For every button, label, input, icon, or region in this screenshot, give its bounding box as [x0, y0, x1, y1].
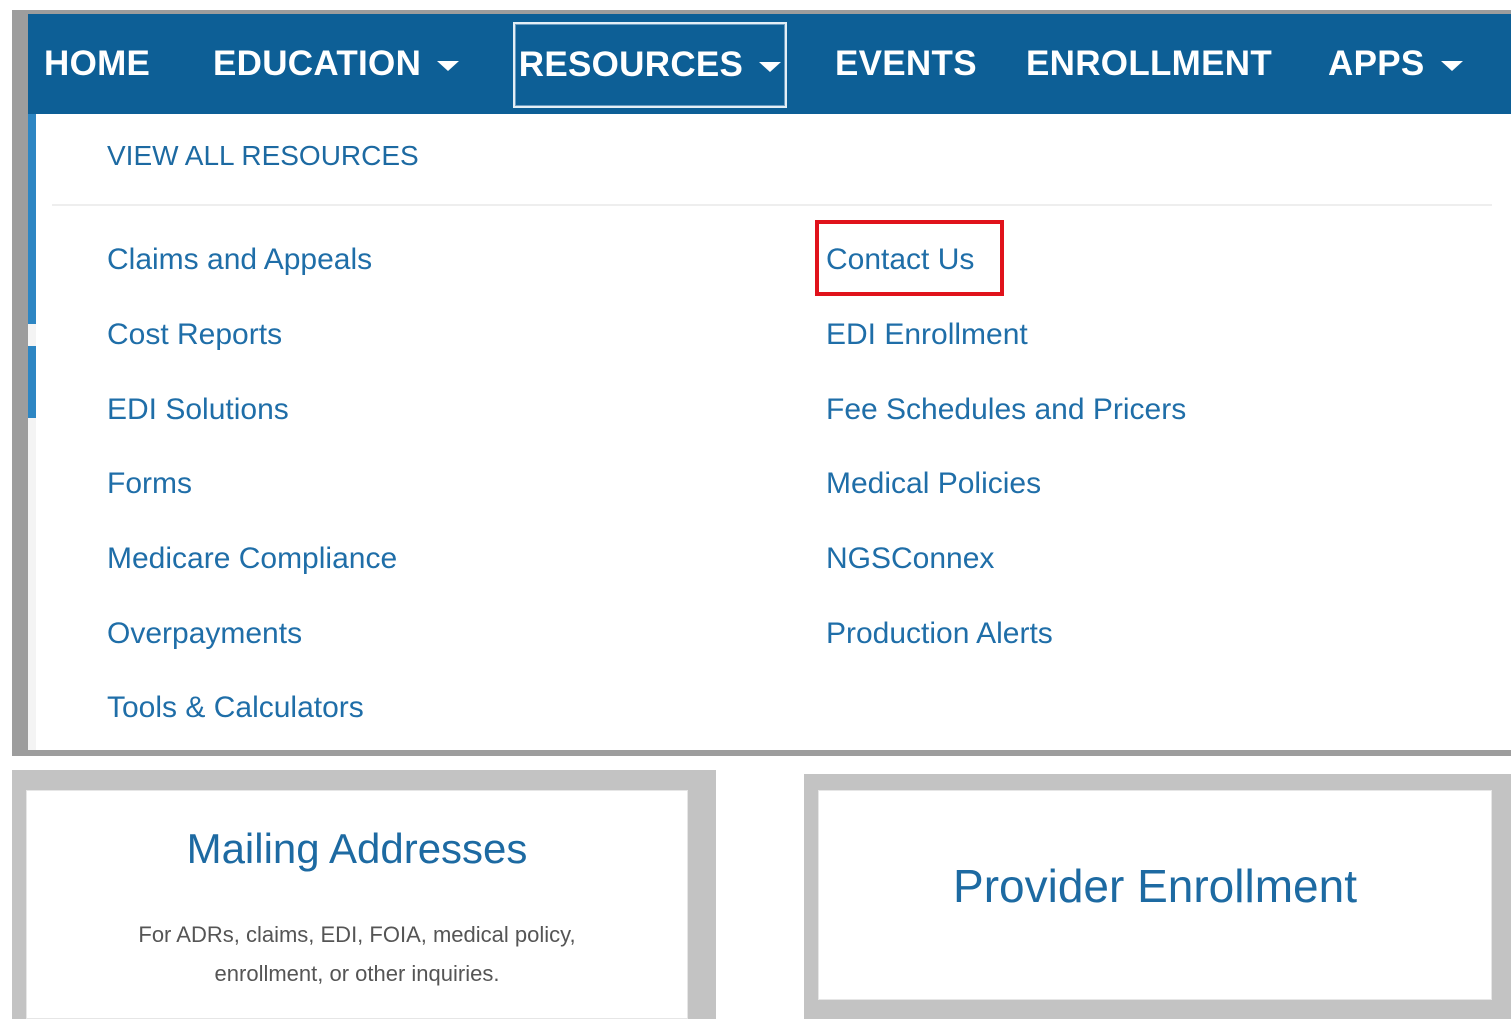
menu-item-claims-and-appeals[interactable]: Claims and Appeals: [107, 243, 372, 277]
main-navbar: HOME EDUCATION RESOURCES EVENTS ENROLLME…: [28, 14, 1511, 114]
nav-resources[interactable]: RESOURCES: [513, 22, 787, 108]
contact-us-highlight-box: [815, 220, 1004, 296]
nav-enrollment-label: ENROLLMENT: [1026, 44, 1273, 83]
menu-item-medicare-compliance[interactable]: Medicare Compliance: [107, 542, 397, 576]
nav-apps[interactable]: APPS: [1328, 14, 1463, 114]
menu-item-edi-enrollment[interactable]: EDI Enrollment: [826, 318, 1028, 352]
chevron-down-icon: [1440, 61, 1463, 71]
nav-education-label: EDUCATION: [213, 44, 422, 83]
chevron-down-icon: [759, 62, 782, 72]
dropdown-divider: [52, 204, 1492, 206]
menu-item-overpayments[interactable]: Overpayments: [107, 617, 302, 651]
menu-item-production-alerts[interactable]: Production Alerts: [826, 617, 1053, 651]
background-page-accent: [28, 114, 36, 324]
menu-item-tools-calculators[interactable]: Tools & Calculators: [107, 691, 364, 725]
provider-enrollment-card[interactable]: Provider Enrollment: [818, 790, 1492, 1000]
nav-resources-label: RESOURCES: [518, 45, 744, 84]
mailing-addresses-description: For ADRs, claims, EDI, FOIA, medical pol…: [138, 922, 576, 986]
menu-item-ngsconnex[interactable]: NGSConnex: [826, 542, 994, 576]
nav-home-label: HOME: [44, 44, 151, 83]
menu-item-fee-schedules-and-pricers[interactable]: Fee Schedules and Pricers: [826, 393, 1186, 427]
menu-item-cost-reports[interactable]: Cost Reports: [107, 318, 282, 352]
resources-dropdown-menu: VIEW ALL RESOURCES Claims and Appeals Co…: [36, 114, 1511, 750]
provider-enrollment-title[interactable]: Provider Enrollment: [819, 859, 1491, 913]
background-page-accent: [28, 346, 36, 418]
nav-home[interactable]: HOME: [44, 14, 150, 114]
nav-events[interactable]: EVENTS: [835, 14, 977, 114]
menu-item-forms[interactable]: Forms: [107, 467, 192, 501]
nav-enrollment[interactable]: ENROLLMENT: [1026, 14, 1272, 114]
mailing-addresses-title[interactable]: Mailing Addresses: [27, 825, 687, 873]
mailing-addresses-card[interactable]: Mailing Addresses For ADRs, claims, EDI,…: [26, 790, 688, 1019]
nav-education[interactable]: EDUCATION: [213, 14, 460, 114]
chevron-down-icon: [437, 61, 460, 71]
menu-item-edi-solutions[interactable]: EDI Solutions: [107, 393, 289, 427]
nav-events-label: EVENTS: [835, 44, 977, 83]
view-all-resources-link[interactable]: VIEW ALL RESOURCES: [107, 140, 419, 172]
nav-apps-label: APPS: [1328, 44, 1425, 83]
menu-item-medical-policies[interactable]: Medical Policies: [826, 467, 1041, 501]
